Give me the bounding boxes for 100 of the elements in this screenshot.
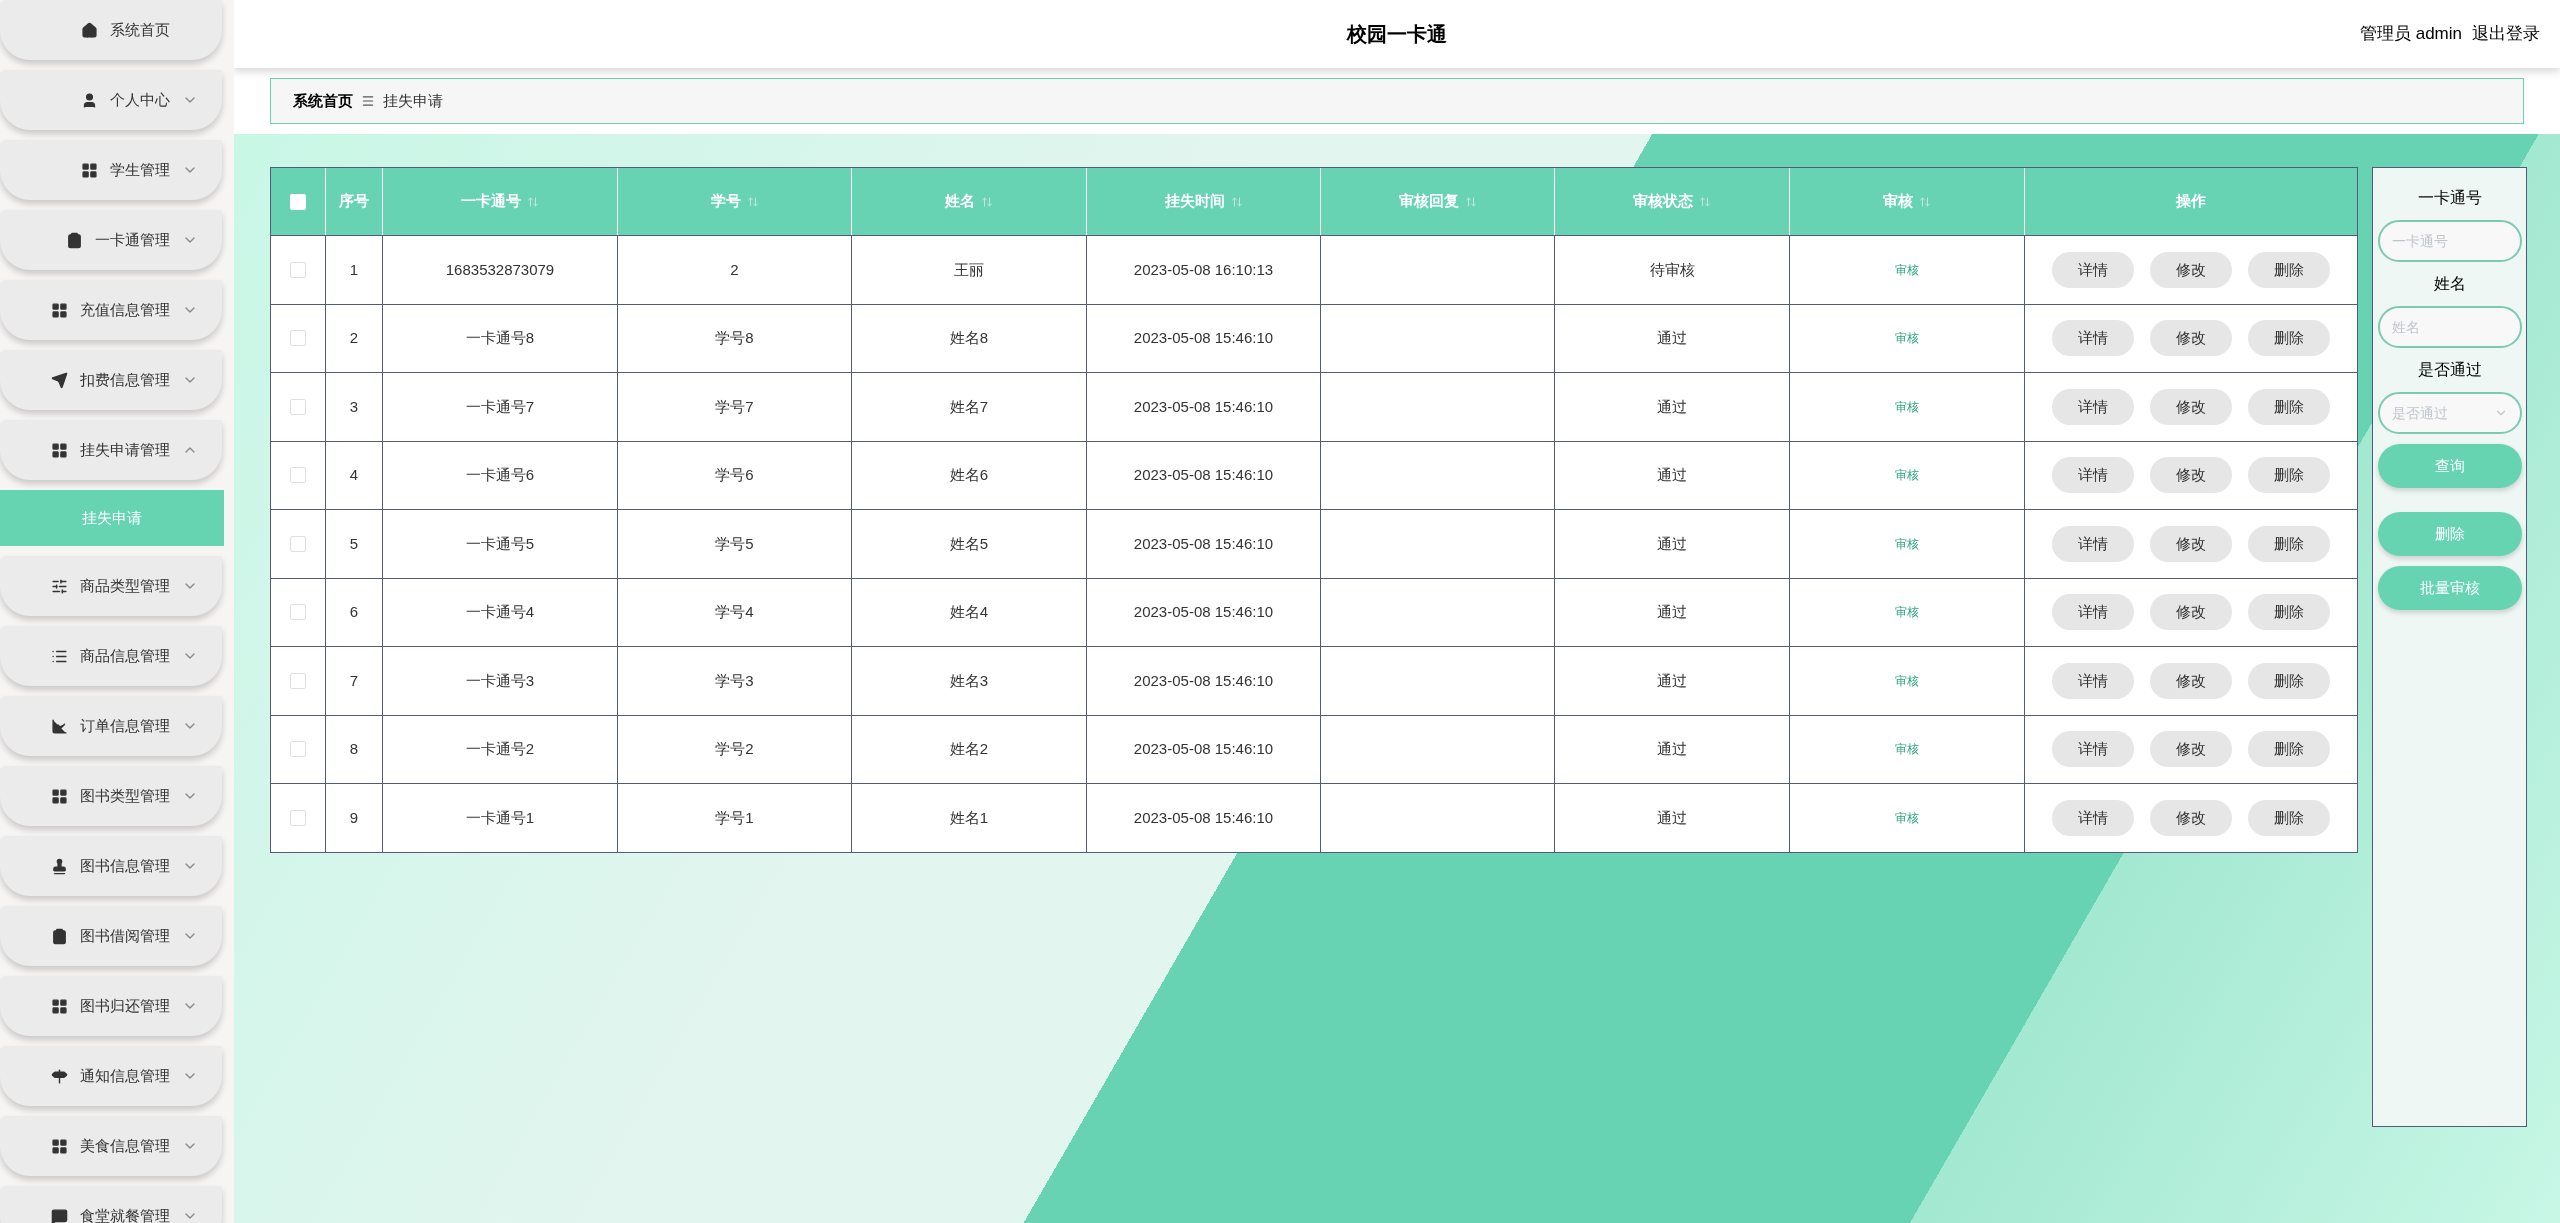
row-checkbox[interactable] [290,604,306,621]
action-button[interactable]: 修改 [2150,594,2232,631]
sort-icon[interactable] [981,195,993,208]
action-button[interactable]: 删除 [2248,525,2330,562]
sidebar-item[interactable]: 通知信息管理 [0,1046,222,1106]
column-header: 姓名 [945,191,975,212]
sort-icon[interactable] [1699,195,1711,208]
sort-icon[interactable] [1464,195,1477,208]
table-cell-text: 2023-05-08 15:46:10 [1133,602,1274,622]
row-checkbox[interactable] [290,672,306,689]
sidebar-item[interactable]: 图书信息管理 [0,836,222,896]
sidebar-item[interactable]: 美食信息管理 [0,1116,222,1176]
row-checkbox[interactable] [290,398,306,415]
sidebar-item[interactable]: 图书归还管理 [0,976,222,1036]
sidebar-item[interactable]: 商品类型管理 [0,556,222,616]
signpost-icon [51,1067,68,1085]
row-checkbox[interactable] [290,261,306,278]
grid-icon [51,997,68,1015]
table-cell-text: 一卡通号3 [465,670,535,691]
table-cell-text: 一卡通号1 [465,807,535,828]
action-button[interactable]: 详情 [2052,457,2134,494]
action-button[interactable]: 删除 [2248,799,2330,836]
column-header: 操作 [2176,191,2206,212]
table-cell-text: 学号5 [715,533,754,554]
sidebar-item[interactable]: 图书类型管理 [0,766,222,826]
column-header: 学号 [710,191,741,212]
action-button[interactable]: 删除 [2248,251,2330,288]
action-button[interactable]: 详情 [2052,594,2134,631]
action-button[interactable]: 修改 [2150,731,2232,768]
action-button[interactable]: 详情 [2052,731,2134,768]
action-button[interactable]: 删除 [2248,320,2330,357]
table-cell-text: 一卡通号8 [465,328,535,348]
action-button[interactable]: 删除 [2248,594,2330,631]
sort-icon[interactable] [1230,195,1243,208]
action-button[interactable]: 修改 [2150,525,2232,562]
row-checkbox[interactable] [290,741,306,758]
user-icon [81,91,98,109]
select-all-checkbox[interactable] [290,193,306,210]
row-checkbox[interactable] [290,467,306,484]
action-button[interactable]: 详情 [2052,662,2134,699]
action-button[interactable]: 修改 [2150,251,2232,288]
action-button[interactable]: 删除 [2248,457,2330,494]
column-header: 一卡通号 [461,191,521,212]
table-cell-text: 2023-05-08 15:46:10 [1133,533,1274,554]
sidebar-item[interactable]: 学生管理 [0,140,222,200]
table-cell-text: 一卡通号6 [465,465,535,485]
home-icon [81,21,98,39]
breadcrumb-link[interactable]: 系统首页 [293,89,353,113]
action-button[interactable]: 修改 [2150,662,2232,699]
logout-link[interactable]: 退出登录 [2472,21,2540,47]
table-cell-text: 6 [349,602,359,622]
sort-icon[interactable] [527,195,539,208]
sidebar-item[interactable]: 图书借阅管理 [0,906,222,966]
column-header: 审核回复 [1398,191,1459,212]
breadcrumb-link[interactable]: 挂失申请 [383,89,443,113]
sliders-icon [51,577,68,595]
grid-icon [81,161,98,179]
action-button[interactable]: 修改 [2150,320,2232,357]
table-cell-text: 1683532873079 [445,259,555,280]
sort-icon[interactable] [1919,195,1931,208]
row-checkbox[interactable] [290,535,306,552]
grid-icon [51,441,68,459]
table-cell-text: 7 [349,670,359,691]
action-button[interactable]: 详情 [2052,799,2134,836]
sidebar-item[interactable]: 订单信息管理 [0,696,222,756]
table-cell-text: 2023-05-08 15:46:10 [1133,465,1274,485]
sidebar-item[interactable]: 食堂就餐管理 [0,1186,222,1223]
sidebar-item[interactable]: 商品信息管理 [0,626,222,686]
table-cell-text: 姓名4 [949,602,989,622]
sidebar-item[interactable]: 扣费信息管理 [0,350,222,410]
sort-icon[interactable] [746,195,759,208]
field-label: 是否通过 [2417,360,2482,380]
action-button[interactable]: 修改 [2150,457,2232,494]
action-button[interactable]: 删除 [2248,388,2330,425]
sidebar-item[interactable]: 系统首页 [0,0,222,60]
action-button[interactable]: 删除 [2248,662,2330,699]
input-field[interactable]: 姓名 [2377,306,2522,348]
table-cell-text: 9 [349,807,359,828]
action-button[interactable]: 修改 [2150,388,2232,425]
row-checkbox[interactable] [290,330,306,347]
sidebar-item[interactable]: 一卡通管理 [0,210,222,270]
action-button[interactable]: 修改 [2150,799,2232,836]
action-button[interactable]: 详情 [2052,320,2134,357]
sidebar-item[interactable]: 挂失申请管理 [0,420,222,480]
row-checkbox[interactable] [290,809,306,826]
column-header: 挂失时间 [1164,191,1225,212]
action-button[interactable]: 详情 [2052,251,2134,288]
table-cell-text: 学号4 [715,602,754,622]
table-cell-text: 姓名5 [949,533,989,554]
table-cell-text: 学号2 [715,739,754,759]
action-button[interactable]: 删除 [2248,731,2330,768]
table-cell-text: 学号7 [715,396,754,417]
table-cell-text: 4 [349,465,359,485]
table-cell-text: 2023-05-08 15:46:10 [1133,807,1274,828]
table-cell-text: 2 [730,259,739,280]
table-cell-text: 3 [349,396,359,417]
sidebar-item[interactable]: 充值信息管理 [0,280,222,340]
action-button[interactable]: 详情 [2052,525,2134,562]
sidebar-item[interactable]: 个人中心 [0,70,222,130]
action-button[interactable]: 详情 [2052,388,2134,425]
